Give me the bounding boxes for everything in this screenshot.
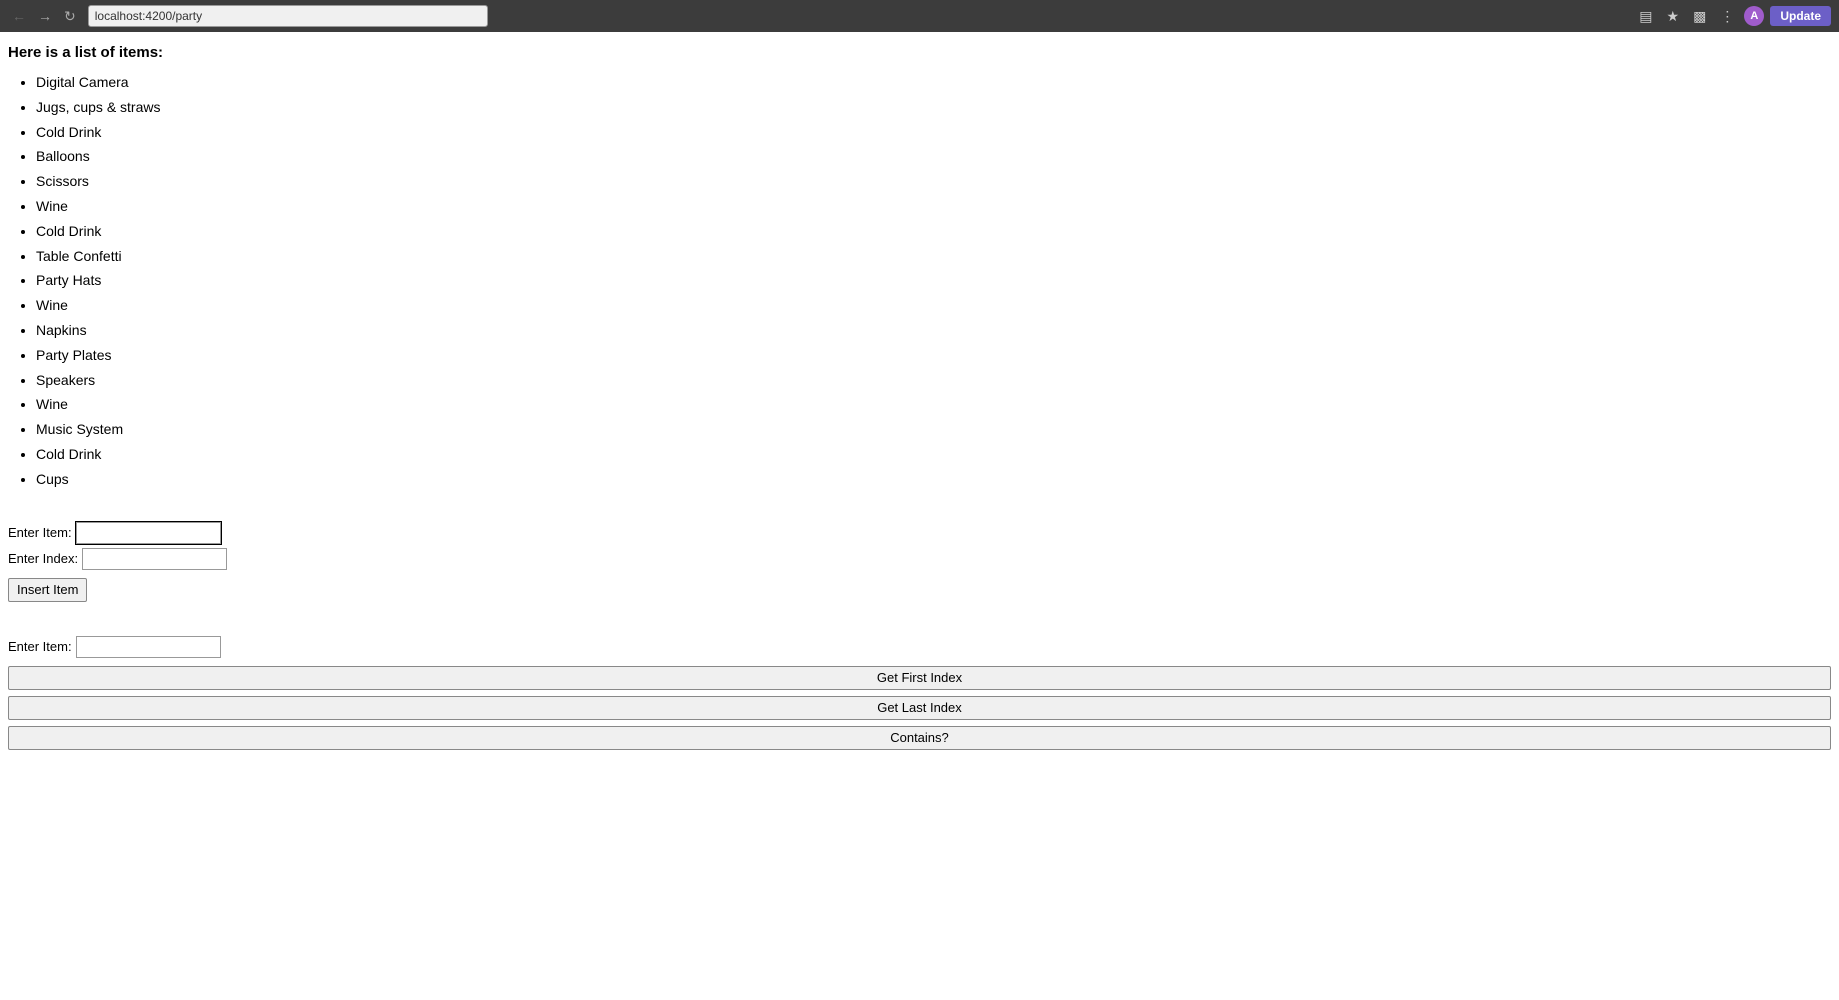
enter-index-label: Enter Index: <box>8 551 78 566</box>
list-item: Table Confetti <box>36 245 1831 269</box>
list-item: Scissors <box>36 170 1831 194</box>
nav-buttons: ← → ↻ <box>8 7 80 25</box>
search-item-input[interactable] <box>76 636 221 658</box>
list-item: Cups <box>36 468 1831 492</box>
page-content: Here is a list of items: Digital CameraJ… <box>0 32 1839 774</box>
list-item: Balloons <box>36 145 1831 169</box>
menu-icon[interactable]: ⋮ <box>1716 6 1738 27</box>
search-item-row: Enter Item: <box>8 636 1831 658</box>
insert-item-button[interactable]: Insert Item <box>8 578 87 602</box>
bookmark-icon[interactable]: ★ <box>1663 6 1684 27</box>
insert-item-input[interactable] <box>76 522 221 544</box>
list-item: Wine <box>36 294 1831 318</box>
update-button[interactable]: Update <box>1770 6 1831 26</box>
list-item: Cold Drink <box>36 121 1831 145</box>
profile-icon[interactable]: ▩ <box>1689 6 1710 27</box>
insert-index-input[interactable] <box>82 548 227 570</box>
search-item-label: Enter Item: <box>8 639 72 654</box>
items-list: Digital CameraJugs, cups & strawsCold Dr… <box>8 71 1831 492</box>
list-item: Wine <box>36 393 1831 417</box>
address-bar[interactable]: localhost:4200/party <box>88 5 488 27</box>
avatar[interactable]: A <box>1744 6 1764 26</box>
list-item: Cold Drink <box>36 220 1831 244</box>
forward-button[interactable]: → <box>34 7 56 25</box>
enter-item-label: Enter Item: <box>8 525 72 540</box>
search-section: Enter Item: Get First Index Get Last Ind… <box>8 636 1831 750</box>
list-item: Cold Drink <box>36 443 1831 467</box>
contains-button[interactable]: Contains? <box>8 726 1831 750</box>
page-heading: Here is a list of items: <box>8 44 1831 61</box>
list-item: Wine <box>36 195 1831 219</box>
list-item: Party Plates <box>36 344 1831 368</box>
get-first-index-button[interactable]: Get First Index <box>8 666 1831 690</box>
search-buttons: Get First Index Get Last Index Contains? <box>8 662 1831 750</box>
browser-actions: ▤ ★ ▩ ⋮ A Update <box>1635 6 1831 27</box>
get-last-index-button[interactable]: Get Last Index <box>8 696 1831 720</box>
list-item: Speakers <box>36 369 1831 393</box>
list-item: Party Hats <box>36 269 1831 293</box>
list-item: Digital Camera <box>36 71 1831 95</box>
back-button[interactable]: ← <box>8 7 30 25</box>
url-text: localhost:4200/party <box>95 9 202 23</box>
enter-item-row: Enter Item: <box>8 522 1831 544</box>
list-item: Music System <box>36 418 1831 442</box>
list-item: Jugs, cups & straws <box>36 96 1831 120</box>
browser-chrome: ← → ↻ localhost:4200/party ▤ ★ ▩ ⋮ A Upd… <box>0 0 1839 32</box>
list-item: Napkins <box>36 319 1831 343</box>
extensions-icon[interactable]: ▤ <box>1635 6 1656 27</box>
insert-section: Enter Item: Enter Index: Insert Item <box>8 522 1831 602</box>
reload-button[interactable]: ↻ <box>60 7 80 25</box>
enter-index-row: Enter Index: <box>8 548 1831 570</box>
